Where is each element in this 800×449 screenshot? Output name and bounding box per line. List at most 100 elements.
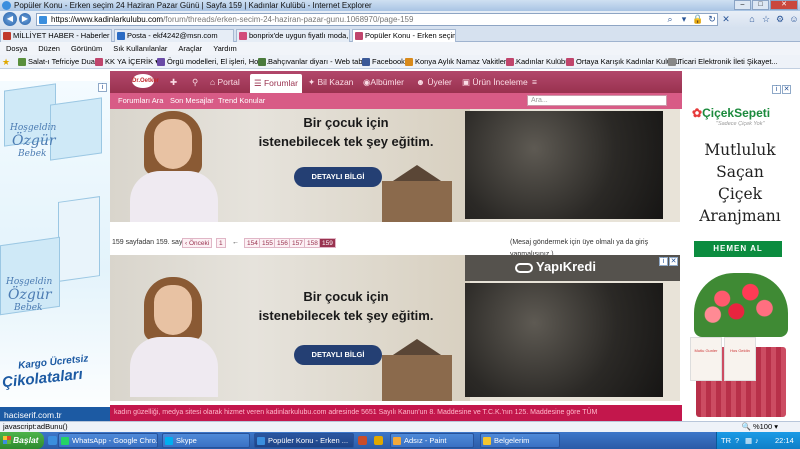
start-button[interactable]: Başlat (0, 432, 44, 449)
stop-icon[interactable]: ✕ (720, 13, 732, 26)
maximize-button[interactable]: □ (752, 0, 769, 10)
app-icon[interactable] (358, 436, 367, 445)
volume-icon[interactable]: ♪ (755, 432, 759, 449)
fav-label: Ortaya Karışık Kadınlar Kulübü (576, 57, 680, 66)
task-label: Belgelerim (494, 436, 530, 445)
ad-text: Özgür (8, 287, 52, 303)
nav-forumlar[interactable]: ☰ Forumlar (250, 74, 302, 93)
menu-gorunum[interactable]: Görünüm (71, 44, 102, 53)
subnav-trend-konular[interactable]: Trend Konular (218, 93, 265, 109)
ad-message-line: Mutluluk (704, 141, 776, 159)
subnav-son-mesajlar[interactable]: Son Mesajlar (170, 93, 214, 109)
menu-hamburger-icon[interactable]: ≡ (532, 71, 537, 93)
site-logo[interactable]: Dr.Oetker (132, 74, 159, 88)
settings-gear-icon[interactable]: ⚙ (774, 13, 786, 26)
task-belgelerim[interactable]: Belgelerim (480, 433, 560, 448)
smiley-icon[interactable]: ☺ (788, 13, 800, 26)
fav-item[interactable]: Konya Aylık Namaz Vakitleri ... (405, 55, 516, 69)
network-icon[interactable]: ▦ (745, 432, 752, 449)
home-icon[interactable]: ⌂ (746, 13, 758, 26)
dropdown-icon[interactable]: ▾ (678, 13, 690, 26)
detayli-bilgi-button[interactable]: DETAYLI BİLGİ (294, 167, 382, 187)
fav-item[interactable]: Kadınlar Kulübü (506, 55, 569, 69)
favorites-star-icon[interactable]: ★ (2, 55, 10, 69)
search-icon[interactable]: ⌕ (664, 13, 676, 26)
nav-urun-inceleme[interactable]: ▣ Ürün İnceleme (462, 71, 528, 93)
nav-label: Forumlar (263, 78, 298, 88)
fav-item[interactable]: Ticari Elektronik İleti Şikayet... (668, 55, 778, 69)
nav-label: Albümler (370, 77, 404, 87)
url-field[interactable]: https://www.kadinlarkulubu.com/forum/thr… (36, 13, 718, 26)
tab-favicon (117, 32, 125, 40)
task-paint[interactable]: Adsız - Paint (390, 433, 474, 448)
ad-banner-top[interactable]: Bir çocuk için istenebilecek tek şey eği… (110, 109, 680, 222)
fav-favicon (566, 58, 574, 66)
task-skype[interactable]: Skype (162, 433, 250, 448)
task-whatsapp[interactable]: WhatsApp - Google Chro... (58, 433, 158, 448)
fav-item[interactable]: Facebook (362, 55, 405, 69)
ad-info-icon[interactable]: i (772, 85, 781, 94)
zoom-control[interactable]: 🔍 %100 ▾ (742, 422, 778, 432)
menu-yardim[interactable]: Yardım (213, 44, 237, 53)
fav-item[interactable]: Ortaya Karışık Kadınlar Kulübü (566, 55, 679, 69)
ad-info-icon[interactable]: i (659, 257, 668, 266)
chrome-quicklaunch-icon[interactable] (374, 436, 383, 445)
forward-button[interactable]: ▶ (19, 13, 31, 25)
ie-icon (2, 1, 11, 10)
favorites-star-icon[interactable]: ☆ (760, 13, 772, 26)
ad-text: Hoşgeldin (10, 123, 57, 133)
prev-page-link[interactable]: ‹ Önceki (182, 238, 213, 248)
menu-sik-kullanilanlar[interactable]: Sık Kullanılanlar (113, 44, 167, 53)
clock[interactable]: 22:14 (775, 432, 794, 449)
page-skip-arrow[interactable]: ← (232, 237, 239, 249)
start-label: Başlat (13, 435, 39, 445)
task-ie-populer-konu[interactable]: Popüler Konu - Erken ... (254, 433, 354, 448)
fav-favicon (668, 58, 676, 66)
ad-text: Özgür (12, 133, 56, 149)
fav-item[interactable]: Bahçıvanlar diyarı - Web tab... (258, 55, 369, 69)
tab-milliyet[interactable]: MİLLİYET HABER - Haberler - So... (0, 29, 112, 42)
current-page: 159 (319, 238, 336, 248)
ad-message-line: Çiçek (717, 185, 763, 203)
nav-portal[interactable]: ⌂ Portal (210, 71, 240, 93)
tab-posta[interactable]: Posta - ekf4242@msn.com (114, 29, 234, 42)
subnav-forumlari-ara[interactable]: Forumları Ara (118, 93, 163, 109)
menu-dosya[interactable]: Dosya (6, 44, 27, 53)
page-icon (39, 16, 47, 24)
close-button[interactable]: ✕ (770, 0, 798, 10)
menu-duzen[interactable]: Düzen (38, 44, 60, 53)
ad-info-icon[interactable]: i (98, 83, 107, 92)
menu-bar: Dosya Düzen Görünüm Sık Kullanılanlar Ar… (0, 42, 800, 55)
nav-uyeler[interactable]: ☻ Üyeler (416, 71, 452, 93)
nav-bil-kazan[interactable]: ✦ Bil Kazan (308, 71, 353, 93)
ad-close-icon[interactable]: ✕ (782, 85, 791, 94)
help-icon[interactable]: ? (735, 432, 739, 449)
detayli-bilgi-button[interactable]: DETAYLI BİLGİ (294, 345, 382, 365)
location-icon[interactable]: ⚲ (192, 71, 198, 93)
hemen-al-button[interactable]: HEMEN AL (694, 241, 782, 257)
page-status: 159 sayfadan 159. sayfa (112, 239, 189, 246)
home-icon[interactable]: ✚ (170, 71, 177, 93)
minimize-button[interactable]: – (734, 0, 751, 10)
tab-favicon (355, 32, 363, 40)
site-search-input[interactable]: Ara... (527, 95, 667, 106)
back-button[interactable]: ◀ (3, 12, 17, 26)
fav-item[interactable]: KK YA İÇERİK ▾ (95, 55, 159, 69)
tab-populer-konu[interactable]: Popüler Konu - Erken seçim 2... (352, 29, 456, 42)
nav-albumler[interactable]: ◉Albümler (363, 71, 404, 93)
language-indicator[interactable]: TR (721, 432, 731, 449)
legal-disclaimer: kadın güzelliği, medya sitesi olarak hiz… (110, 405, 682, 421)
left-ad-banner[interactable]: i Hoşgeldin Özgür Bebek Hoşgeldin Özgür … (0, 81, 110, 421)
system-tray: TR ? ▦ ♪ 22:14 (716, 432, 800, 449)
refresh-icon[interactable]: ↻ (706, 13, 718, 26)
fav-item[interactable]: Örgü modelleri, El işleri, Hob... (157, 55, 269, 69)
fav-item[interactable]: Salat-ı Tefriciye Duası (18, 55, 101, 69)
ie-quicklaunch-icon[interactable] (48, 436, 57, 445)
tab-bonprix[interactable]: bonprix'de uygun fiyatlı moda, B... (236, 29, 350, 42)
ad-banner-bottom[interactable]: Bir çocuk için istenebilecek tek şey eği… (110, 255, 680, 401)
ad-close-icon[interactable]: ✕ (669, 257, 678, 266)
page-link[interactable]: 1 (216, 238, 226, 248)
lock-icon[interactable]: 🔒 (692, 13, 704, 26)
menu-araclar[interactable]: Araçlar (178, 44, 202, 53)
right-ad-banner[interactable]: i ✕ ✿ÇiçekSepeti "Sadece Çiçek Yok" Mutl… (686, 85, 794, 421)
